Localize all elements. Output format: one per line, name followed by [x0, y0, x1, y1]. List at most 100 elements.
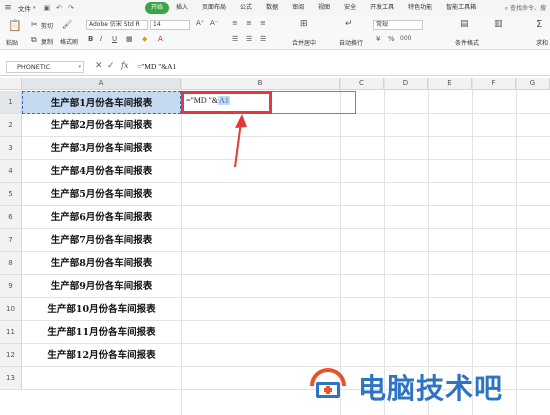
- cut-button[interactable]: 剪切: [41, 21, 53, 30]
- ribbon-toolbar: 📋 粘贴 ✂ 剪切 ⧉ 复制 🖌 格式刷 Adobe 仿宋 Std R 14 A…: [0, 16, 550, 50]
- cell-style-icon[interactable]: ▥: [494, 19, 503, 29]
- merge-center-button[interactable]: 合并居中: [292, 38, 316, 47]
- underline-icon[interactable]: U: [112, 35, 117, 43]
- tab-view[interactable]: 视图: [311, 2, 337, 14]
- brush-icon[interactable]: 🖌: [62, 20, 72, 29]
- annotation-arrow: [234, 114, 247, 168]
- cell-a4[interactable]: 生产部4月份各车间报表: [22, 160, 181, 183]
- cell-a10[interactable]: 生产部10月份各车间报表: [22, 298, 181, 321]
- cell-editor[interactable]: ="MD "&A1: [186, 96, 230, 105]
- cell-a5[interactable]: 生产部5月份各车间报表: [22, 183, 181, 206]
- select-all-corner[interactable]: [0, 78, 22, 90]
- function-icon[interactable]: fx: [121, 61, 128, 70]
- undo-icon[interactable]: ↶: [56, 4, 62, 12]
- row-header[interactable]: 7: [0, 229, 22, 252]
- paste-icon[interactable]: 📋: [8, 19, 22, 32]
- number-format-select[interactable]: 常规: [373, 20, 423, 30]
- row-header[interactable]: 13: [0, 367, 22, 390]
- row-header[interactable]: 11: [0, 321, 22, 344]
- tab-page-layout[interactable]: 页面布局: [195, 2, 233, 14]
- thousands-icon[interactable]: 000: [400, 35, 411, 42]
- search-command[interactable]: ⌕ 查找命令、搜: [505, 3, 546, 13]
- font-color-icon[interactable]: A: [158, 35, 163, 43]
- wrap-text-button[interactable]: 自动换行: [339, 38, 363, 47]
- font-shrink-icon[interactable]: A⁻: [210, 19, 218, 27]
- italic-icon[interactable]: I: [100, 35, 102, 43]
- cell-a6[interactable]: 生产部6月份各车间报表: [22, 206, 181, 229]
- merge-icon[interactable]: ⊞: [300, 19, 308, 29]
- row-header[interactable]: 4: [0, 160, 22, 183]
- row-header[interactable]: 1: [0, 91, 22, 114]
- align-middle-icon[interactable]: ≡: [246, 19, 252, 27]
- tab-smart-toolbox[interactable]: 智能工具箱: [439, 2, 483, 14]
- conditional-format-button[interactable]: 条件格式: [455, 38, 479, 47]
- chevron-down-icon[interactable]: ▾: [78, 62, 81, 72]
- cell-a11[interactable]: 生产部11月份各车间报表: [22, 321, 181, 344]
- cell-a8[interactable]: 生产部8月份各车间报表: [22, 252, 181, 275]
- bold-icon[interactable]: B: [88, 35, 93, 43]
- font-name-select[interactable]: Adobe 仿宋 Std R: [86, 20, 148, 30]
- row-header[interactable]: 9: [0, 275, 22, 298]
- tab-features[interactable]: 特色功能: [401, 2, 439, 14]
- cell-a2[interactable]: 生产部2月份各车间报表: [22, 114, 181, 137]
- file-menu[interactable]: 文件: [18, 3, 31, 13]
- copy-icon[interactable]: ⧉: [31, 35, 37, 45]
- font-grow-icon[interactable]: A⁺: [196, 19, 204, 27]
- save-icon[interactable]: ▣: [44, 4, 51, 12]
- confirm-icon[interactable]: ✓: [107, 61, 115, 71]
- row-header[interactable]: 5: [0, 183, 22, 206]
- column-header-d[interactable]: D: [384, 78, 428, 90]
- border-icon[interactable]: ▦: [126, 35, 133, 43]
- align-top-icon[interactable]: ≡: [232, 19, 238, 27]
- scissors-icon[interactable]: ✂: [31, 20, 38, 29]
- column-header-e[interactable]: E: [428, 78, 472, 90]
- row-header[interactable]: 6: [0, 206, 22, 229]
- paste-button[interactable]: 粘贴: [6, 38, 18, 47]
- fill-color-icon[interactable]: ◆: [142, 35, 147, 43]
- tab-data[interactable]: 数据: [259, 2, 285, 14]
- conditional-format-icon[interactable]: ▤: [460, 19, 469, 29]
- cell-a1[interactable]: 生产部1月份各车间报表: [22, 91, 181, 114]
- tab-security[interactable]: 安全: [337, 2, 363, 14]
- font-size-select[interactable]: 14: [150, 20, 190, 30]
- align-center-icon[interactable]: ☰: [246, 35, 252, 43]
- tab-formulas[interactable]: 公式: [233, 2, 259, 14]
- align-bottom-icon[interactable]: ≡: [260, 19, 266, 27]
- column-header-b[interactable]: B: [181, 78, 340, 90]
- redo-icon[interactable]: ↷: [68, 4, 74, 12]
- row-header[interactable]: 10: [0, 298, 22, 321]
- cancel-icon[interactable]: ✕: [95, 61, 103, 71]
- name-box[interactable]: PHONETIC ▾: [6, 61, 84, 73]
- watermark-text: 电脑技术吧: [358, 372, 504, 405]
- tab-start[interactable]: 开始: [145, 2, 170, 14]
- column-header-a[interactable]: A: [22, 78, 181, 90]
- row-header[interactable]: 2: [0, 114, 22, 137]
- cell-a9[interactable]: 生产部9月份各车间报表: [22, 275, 181, 298]
- sum-icon[interactable]: Σ: [536, 19, 542, 30]
- wrap-icon[interactable]: ↵: [345, 19, 353, 29]
- row-header[interactable]: 8: [0, 252, 22, 275]
- chevron-down-icon[interactable]: ▾: [33, 5, 36, 11]
- sum-button[interactable]: 求和: [536, 38, 548, 47]
- cell-a13[interactable]: [22, 367, 181, 390]
- align-left-icon[interactable]: ☰: [232, 35, 238, 43]
- align-right-icon[interactable]: ☰: [260, 35, 266, 43]
- row-header[interactable]: 12: [0, 344, 22, 367]
- tab-insert[interactable]: 插入: [169, 2, 195, 14]
- column-header-g[interactable]: G: [516, 78, 550, 90]
- tab-developer[interactable]: 开发工具: [363, 2, 401, 14]
- column-header-c[interactable]: C: [340, 78, 384, 90]
- format-painter-button[interactable]: 格式刷: [60, 37, 78, 46]
- percent-icon[interactable]: %: [388, 35, 395, 43]
- cell-a3[interactable]: 生产部3月份各车间报表: [22, 137, 181, 160]
- tab-review[interactable]: 审阅: [285, 2, 311, 14]
- column-header-f[interactable]: F: [472, 78, 516, 90]
- row-header[interactable]: 3: [0, 137, 22, 160]
- search-icon: ⌕: [504, 5, 509, 12]
- cell-a7[interactable]: 生产部7月份各车间报表: [22, 229, 181, 252]
- menu-icon[interactable]: ≡: [0, 3, 16, 13]
- currency-icon[interactable]: ¥: [376, 35, 380, 43]
- formula-input[interactable]: ="MD "&A1: [137, 62, 176, 71]
- copy-button[interactable]: 复制: [41, 37, 53, 46]
- cell-a12[interactable]: 生产部12月份各车间报表: [22, 344, 181, 367]
